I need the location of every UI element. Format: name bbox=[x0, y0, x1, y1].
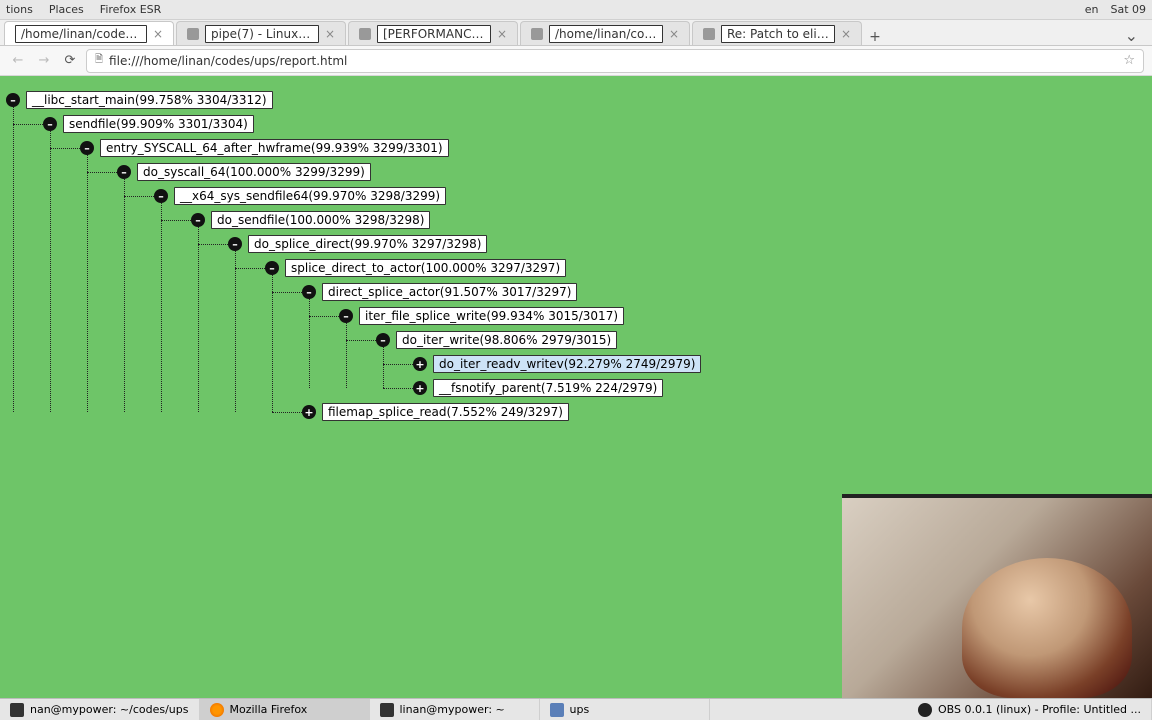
expand-icon[interactable]: + bbox=[413, 381, 427, 395]
keyboard-indicator[interactable]: en bbox=[1085, 3, 1099, 16]
obs-icon bbox=[918, 703, 932, 717]
tree-node: + __fsnotify_parent(7.519% 224/2979) bbox=[413, 376, 1152, 400]
tree-node-label[interactable]: filemap_splice_read(7.552% 249/3297) bbox=[322, 403, 569, 421]
terminal-icon bbox=[380, 703, 394, 717]
menu-item[interactable]: Firefox ESR bbox=[100, 3, 161, 16]
menu-item[interactable]: tions bbox=[6, 3, 33, 16]
browser-tab[interactable]: /home/linan/codes/ups/repo × bbox=[520, 21, 690, 45]
browser-tabstrip: /home/linan/codes/ups/repo × pipe(7) - L… bbox=[0, 20, 1152, 46]
tree-node: – iter_file_splice_write(99.934% 3015/30… bbox=[339, 304, 1152, 400]
browser-tab[interactable]: pipe(7) - Linux manual page × bbox=[176, 21, 346, 45]
favicon-icon bbox=[531, 28, 543, 40]
tree-node-label[interactable]: do_sendfile(100.000% 3298/3298) bbox=[211, 211, 430, 229]
menu-item[interactable]: Places bbox=[49, 3, 84, 16]
taskbar-item[interactable]: ups bbox=[540, 699, 710, 720]
favicon-icon bbox=[703, 28, 715, 40]
tree-node: – do_splice_direct(99.970% 3297/3298) bbox=[228, 232, 1152, 424]
browser-tab[interactable]: Re: Patch to eliminate us × bbox=[692, 21, 862, 45]
browser-tab[interactable]: /home/linan/codes/ups/repo × bbox=[4, 21, 174, 45]
taskbar-item-label: OBS 0.0.1 (linux) - Profile: Untitled ..… bbox=[938, 703, 1141, 716]
desktop-menubar: tions Places Firefox ESR en Sat 09 bbox=[0, 0, 1152, 20]
taskbar-item[interactable]: linan@mypower: ~ bbox=[370, 699, 540, 720]
tree-node: – do_syscall_64(100.000% 3299/3299) – __… bbox=[117, 160, 1152, 424]
bookmark-star-icon[interactable]: ☆ bbox=[1123, 53, 1135, 68]
taskbar-item[interactable]: OBS 0.0.1 (linux) - Profile: Untitled ..… bbox=[908, 699, 1152, 720]
taskbar-item-label: nan@mypower: ~/codes/ups bbox=[30, 703, 189, 716]
collapse-icon[interactable]: – bbox=[117, 165, 131, 179]
close-icon[interactable]: × bbox=[497, 27, 507, 41]
collapse-icon[interactable]: – bbox=[339, 309, 353, 323]
tree-node: – do_iter_write(98.806% 2979/3015) bbox=[376, 328, 1152, 400]
tree-node: – sendfile(99.909% 3301/3304) – entry_SY… bbox=[43, 112, 1152, 424]
terminal-icon bbox=[10, 703, 24, 717]
collapse-icon[interactable]: – bbox=[80, 141, 94, 155]
expand-icon[interactable]: + bbox=[413, 357, 427, 371]
collapse-icon[interactable]: – bbox=[228, 237, 242, 251]
browser-tab[interactable]: [PERFORMANCE]fs: sendfil × bbox=[348, 21, 518, 45]
close-icon[interactable]: × bbox=[325, 27, 335, 41]
taskbar-item[interactable]: nan@mypower: ~/codes/ups bbox=[0, 699, 200, 720]
tree-node: – direct_splice_actor(91.507% 3017/3297) bbox=[302, 280, 1152, 400]
new-tab-button[interactable]: + bbox=[864, 29, 886, 45]
collapse-icon[interactable]: – bbox=[302, 285, 316, 299]
tree-node: + do_iter_readv_writev(92.279% 2749/2979… bbox=[413, 352, 1152, 376]
reload-button[interactable]: ⟳ bbox=[60, 51, 80, 71]
tree-node: – entry_SYSCALL_64_after_hwframe(99.939%… bbox=[80, 136, 1152, 424]
tree-node: – __x64_sys_sendfile64(99.970% 3298/3299… bbox=[154, 184, 1152, 424]
close-icon[interactable]: × bbox=[153, 27, 163, 41]
favicon-icon bbox=[359, 28, 371, 40]
page-content: – __libc_start_main(99.758% 3304/3312) –… bbox=[0, 76, 1152, 698]
tree-node-label[interactable]: __x64_sys_sendfile64(99.970% 3298/3299) bbox=[174, 187, 446, 205]
url-input[interactable]: 🗎 file:///home/linan/codes/ups/report.ht… bbox=[86, 49, 1144, 73]
tab-label: pipe(7) - Linux manual page bbox=[205, 25, 319, 43]
tree-node-label[interactable]: __libc_start_main(99.758% 3304/3312) bbox=[26, 91, 273, 109]
close-icon[interactable]: × bbox=[669, 27, 679, 41]
tab-label: /home/linan/codes/ups/repo bbox=[549, 25, 663, 43]
firefox-icon bbox=[210, 703, 224, 717]
tree-node-label[interactable]: iter_file_splice_write(99.934% 3015/3017… bbox=[359, 307, 624, 325]
favicon-icon bbox=[187, 28, 199, 40]
desktop-taskbar: nan@mypower: ~/codes/ups Mozilla Firefox… bbox=[0, 698, 1152, 720]
webcam-overlay bbox=[842, 494, 1152, 698]
tab-label: Re: Patch to eliminate us bbox=[721, 25, 835, 43]
tree-node-label[interactable]: direct_splice_actor(91.507% 3017/3297) bbox=[322, 283, 577, 301]
tree-node-label[interactable]: do_splice_direct(99.970% 3297/3298) bbox=[248, 235, 487, 253]
collapse-icon[interactable]: – bbox=[43, 117, 57, 131]
forward-button[interactable]: → bbox=[34, 51, 54, 71]
tree-node-label[interactable]: entry_SYSCALL_64_after_hwframe(99.939% 3… bbox=[100, 139, 449, 157]
collapse-icon[interactable]: – bbox=[154, 189, 168, 203]
call-tree: – __libc_start_main(99.758% 3304/3312) –… bbox=[0, 76, 1152, 424]
tab-label: [PERFORMANCE]fs: sendfil bbox=[377, 25, 491, 43]
tree-node: – splice_direct_to_actor(100.000% 3297/3… bbox=[265, 256, 1152, 424]
clock[interactable]: Sat 09 bbox=[1110, 3, 1146, 16]
tree-node-label[interactable]: do_iter_write(98.806% 2979/3015) bbox=[396, 331, 617, 349]
collapse-icon[interactable]: – bbox=[376, 333, 390, 347]
tree-node-label[interactable]: __fsnotify_parent(7.519% 224/2979) bbox=[433, 379, 663, 397]
chevron-down-icon[interactable]: ⌄ bbox=[1115, 26, 1148, 45]
file-icon: 🗎 bbox=[95, 52, 103, 69]
folder-icon bbox=[550, 703, 564, 717]
url-text: file:///home/linan/codes/ups/report.html bbox=[109, 54, 1117, 68]
tree-node-label[interactable]: do_iter_readv_writev(92.279% 2749/2979) bbox=[433, 355, 701, 373]
tree-node: + filemap_splice_read(7.552% 249/3297) bbox=[302, 400, 1152, 424]
expand-icon[interactable]: + bbox=[302, 405, 316, 419]
tab-label: /home/linan/codes/ups/repo bbox=[15, 25, 147, 43]
collapse-icon[interactable]: – bbox=[6, 93, 20, 107]
collapse-icon[interactable]: – bbox=[191, 213, 205, 227]
tree-node: – __libc_start_main(99.758% 3304/3312) –… bbox=[6, 88, 1152, 424]
tree-node-label[interactable]: sendfile(99.909% 3301/3304) bbox=[63, 115, 254, 133]
collapse-icon[interactable]: – bbox=[265, 261, 279, 275]
taskbar-item-label: linan@mypower: ~ bbox=[400, 703, 505, 716]
taskbar-item-label: Mozilla Firefox bbox=[230, 703, 308, 716]
taskbar-item-label: ups bbox=[570, 703, 590, 716]
tree-node-label[interactable]: do_syscall_64(100.000% 3299/3299) bbox=[137, 163, 371, 181]
back-button[interactable]: ← bbox=[8, 51, 28, 71]
browser-toolbar: ← → ⟳ 🗎 file:///home/linan/codes/ups/rep… bbox=[0, 46, 1152, 76]
close-icon[interactable]: × bbox=[841, 27, 851, 41]
taskbar-item[interactable]: Mozilla Firefox bbox=[200, 699, 370, 720]
tree-node: – do_sendfile(100.000% 3298/3298) bbox=[191, 208, 1152, 424]
tree-node-label[interactable]: splice_direct_to_actor(100.000% 3297/329… bbox=[285, 259, 566, 277]
